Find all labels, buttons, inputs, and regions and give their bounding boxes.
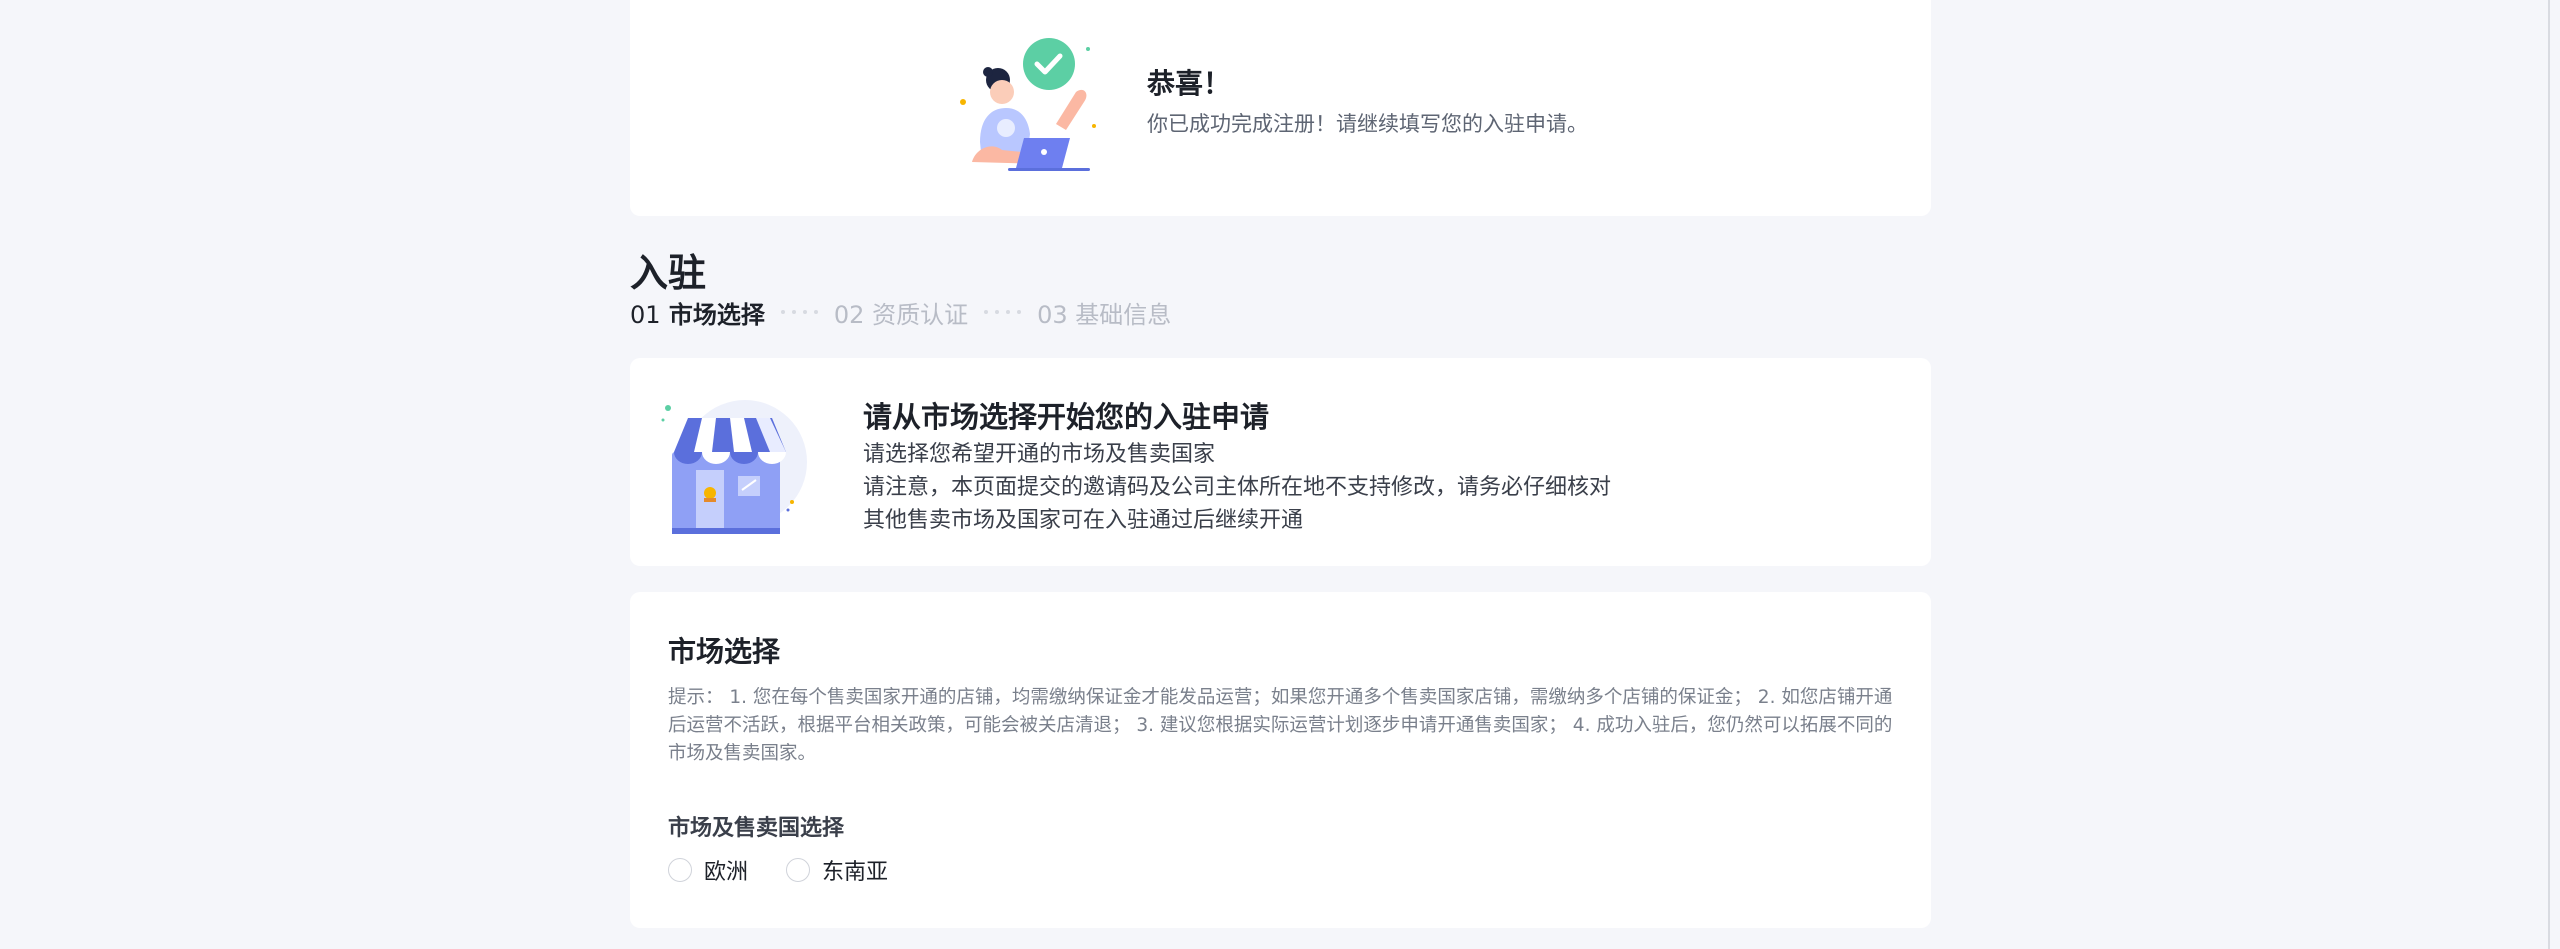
intro-line: 其他售卖市场及国家可在入驻通过后继续开通: [863, 508, 1304, 533]
vertical-scrollbar[interactable]: [2542, 0, 2560, 949]
storefront-icon: [661, 400, 807, 534]
step-separator: [984, 310, 1022, 314]
market-radio-group: 欧洲 东南亚: [668, 854, 888, 886]
success-illustration-icon: [960, 38, 1096, 171]
radio-label: 欧洲: [704, 860, 749, 885]
market-section-title: 市场选择: [668, 635, 781, 668]
step-qualification: 02 资质认证: [834, 295, 968, 330]
intro-line: 请注意，本页面提交的邀请码及公司主体所在地不支持修改，请务必仔细核对: [863, 475, 1612, 500]
page-title: 入驻: [630, 251, 707, 295]
radio-label: 东南亚: [822, 860, 889, 885]
page: 恭喜！ 你已成功完成注册！请继续填写您的入驻申请。 入驻 01 市场选择 02 …: [0, 0, 2560, 949]
step-label: 基础信息: [1075, 300, 1172, 329]
radio-option-europe[interactable]: 欧洲: [668, 854, 748, 886]
intro-line: 请选择您希望开通的市场及售卖国家: [863, 442, 1216, 467]
congrats-title: 恭喜！: [1147, 67, 1232, 100]
market-field-label: 市场及售卖国选择: [668, 816, 845, 841]
step-market-selection: 01 市场选择: [630, 295, 765, 330]
radio-option-southeast-asia[interactable]: 东南亚: [786, 854, 888, 886]
step-number: 03: [1037, 300, 1068, 329]
step-progress: 01 市场选择 02 资质认证 03 基础信息: [630, 295, 1171, 330]
step-basic-info: 03 基础信息: [1037, 295, 1171, 330]
step-number: 02: [833, 300, 865, 329]
congrats-card: 恭喜！ 你已成功完成注册！请继续填写您的入驻申请。: [630, 0, 1931, 216]
step-number: 01: [630, 300, 661, 329]
intro-title: 请从市场选择开始您的入驻申请: [863, 400, 1270, 434]
step-separator: [780, 310, 818, 314]
scrollbar-thumb[interactable]: [2548, 0, 2550, 949]
radio-circle[interactable]: [786, 858, 811, 882]
intro-description: 请选择您希望开通的市场及售卖国家 请注意，本页面提交的邀请码及公司主体所在地不支…: [863, 438, 1611, 537]
radio-circle[interactable]: [668, 858, 692, 882]
market-tip: 提示： 1. 您在每个售卖国家开通的店铺，均需缴纳保证金才能发品运营；如果您开通…: [668, 687, 1893, 764]
intro-card: 请从市场选择开始您的入驻申请 请选择您希望开通的市场及售卖国家 请注意，本页面提…: [630, 358, 1931, 566]
step-label: 资质认证: [872, 300, 969, 329]
step-label: 市场选择: [668, 300, 765, 329]
market-selection-card: 市场选择 提示： 1. 您在每个售卖国家开通的店铺，均需缴纳保证金才能发品运营；…: [630, 592, 1931, 928]
congrats-subtitle: 你已成功完成注册！请继续填写您的入驻申请。: [1147, 112, 1588, 136]
